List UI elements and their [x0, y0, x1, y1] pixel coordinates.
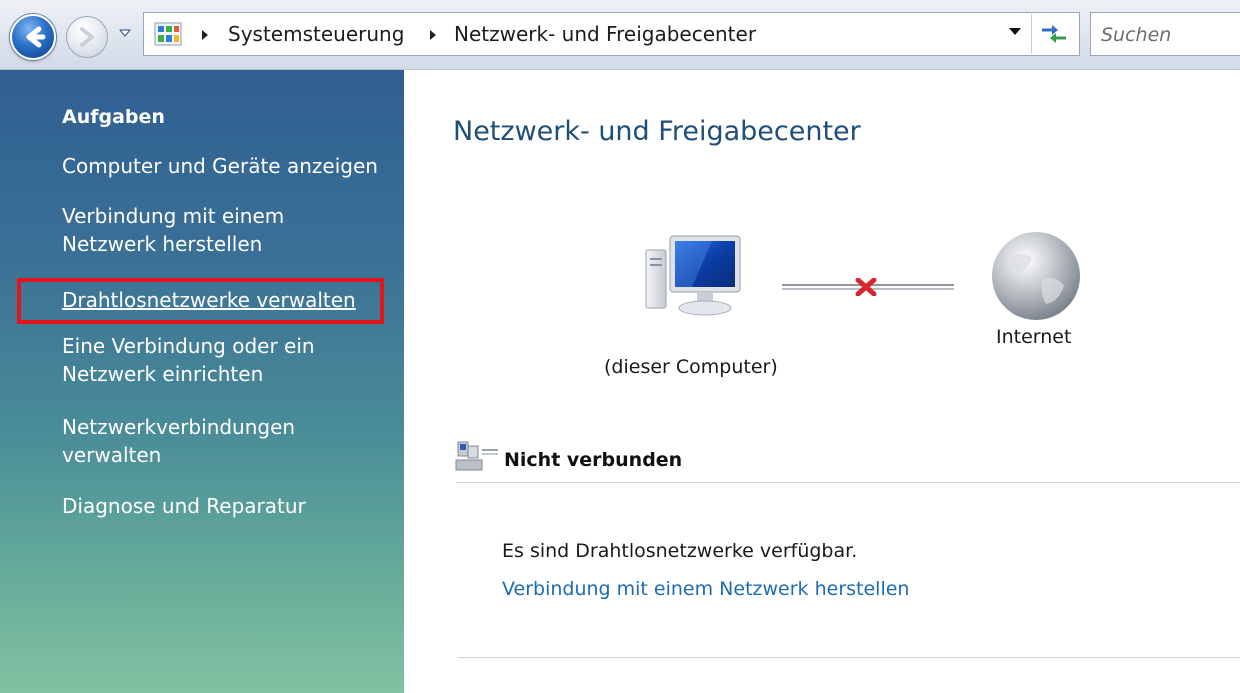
sidebar-link-devices[interactable]: Computer und Geräte anzeigen — [62, 152, 378, 180]
page-title: Netzwerk- und Freigabecenter — [453, 116, 861, 147]
back-arrow-icon — [26, 26, 46, 48]
control-panel-icon — [154, 22, 182, 46]
sidebar-link-label: Netzwerk herstellen — [62, 232, 263, 256]
back-button[interactable] — [10, 14, 56, 60]
sidebar-link-diagnose[interactable]: Diagnose und Reparatur — [62, 492, 306, 520]
status-title: Nicht verbunden — [504, 449, 683, 471]
sidebar-link-label: Computer und Geräte anzeigen — [62, 154, 378, 178]
computer-icon[interactable] — [642, 230, 746, 322]
refresh-button[interactable] — [1031, 14, 1075, 54]
sidebar-link-label: Diagnose und Reparatur — [62, 494, 306, 518]
forward-button[interactable] — [66, 16, 108, 58]
connect-network-link[interactable]: Verbindung mit einem Netzwerk herstellen — [502, 578, 909, 600]
address-path-box[interactable]: Systemsteuerung Netzwerk- und Freigabece… — [143, 12, 1080, 56]
computer-label: (dieser Computer) — [604, 356, 778, 378]
search-box[interactable] — [1090, 12, 1240, 56]
sidebar-link-manage-connections[interactable]: Netzwerkverbindungen verwalten — [62, 413, 295, 469]
sidebar-link-label: Netzwerk einrichten — [62, 362, 264, 386]
breadcrumb-arrow-icon[interactable] — [428, 29, 438, 41]
section-divider — [458, 657, 1240, 658]
globe-icon[interactable] — [988, 228, 1084, 324]
sidebar-link-setup-connection[interactable]: Eine Verbindung oder ein Netzwerk einric… — [62, 332, 315, 388]
internet-label: Internet — [996, 326, 1072, 348]
status-message: Es sind Drahtlosnetzwerke verfügbar. — [502, 540, 858, 562]
main-content: Netzwerk- und Freigabecenter Internet (d… — [404, 70, 1240, 693]
sidebar-link-connect-network[interactable]: Verbindung mit einem Netzwerk herstellen — [62, 202, 284, 258]
task-sidebar: Aufgaben Computer und Geräte anzeigen Ve… — [0, 70, 404, 693]
sidebar-link-label: Eine Verbindung oder ein — [62, 334, 315, 358]
forward-arrow-icon — [80, 27, 94, 47]
breadcrumb-network-center[interactable]: Netzwerk- und Freigabecenter — [454, 22, 756, 46]
refresh-icon — [1042, 25, 1066, 43]
breadcrumb-arrow-icon[interactable] — [200, 29, 210, 41]
address-dropdown-icon[interactable] — [1008, 26, 1022, 36]
history-dropdown-icon[interactable] — [117, 25, 133, 41]
sidebar-link-label: verwalten — [62, 443, 162, 467]
section-divider — [456, 482, 1240, 483]
network-status-icon — [455, 441, 498, 471]
breadcrumb-systemsteuerung[interactable]: Systemsteuerung — [228, 22, 404, 46]
address-bar: Systemsteuerung Netzwerk- und Freigabece… — [0, 0, 1240, 70]
sidebar-link-label: Netzwerkverbindungen — [62, 415, 296, 439]
search-input[interactable] — [1101, 21, 1231, 49]
disconnected-x-icon — [855, 278, 877, 296]
connection-line — [782, 278, 954, 296]
sidebar-heading: Aufgaben — [62, 106, 165, 128]
highlight-box — [17, 278, 384, 324]
sidebar-link-label: Verbindung mit einem — [62, 204, 285, 228]
